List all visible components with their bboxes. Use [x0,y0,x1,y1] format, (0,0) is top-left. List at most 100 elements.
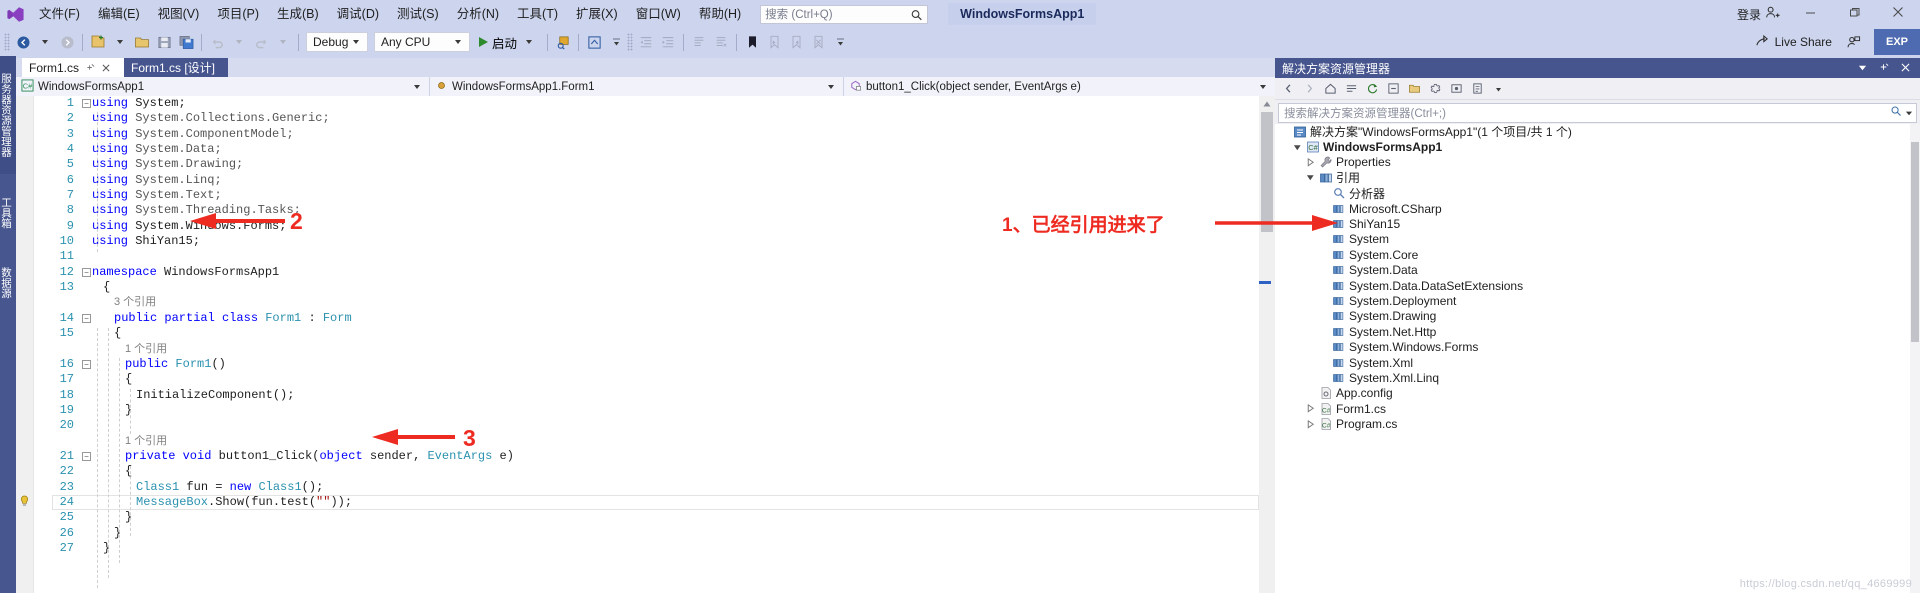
tree-node[interactable]: System.Net.Http [1275,324,1910,339]
redo-dropdown[interactable] [272,30,294,54]
se-toolbar-overflow-icon[interactable] [1488,79,1508,99]
close-button[interactable] [1876,0,1920,28]
minimize-button[interactable] [1788,0,1832,28]
code-line[interactable]: 15 { [34,326,1259,341]
code-line[interactable]: 16− public Form1() [34,357,1259,372]
chevron-down-icon[interactable] [1852,61,1873,75]
chevron-right-icon[interactable] [1304,404,1317,413]
toolbar-grip-2[interactable] [627,33,634,51]
nav-type-combo[interactable]: WindowsFormsApp1.Form1 [430,77,844,96]
code-line[interactable]: 3 个引用 [34,295,1259,310]
tree-node[interactable]: System.Core [1275,247,1910,262]
code-line[interactable]: 17 { [34,372,1259,387]
maximize-button[interactable] [1832,0,1876,28]
code-line[interactable]: 2 using System.Collections.Generic; [34,111,1259,126]
bookmark-icon[interactable] [741,30,763,54]
tab-form1-cs-designer[interactable]: Form1.cs [设计] [124,58,228,77]
code-line[interactable]: 19} [34,403,1259,418]
navigate-back-icon[interactable] [12,30,34,54]
redo-icon[interactable] [250,30,272,54]
chevron-down-icon[interactable] [1905,104,1913,122]
code-line[interactable]: 20 [34,418,1259,433]
solution-explorer-search-input[interactable]: 搜索解决方案资源管理器(Ctrl+;) [1278,103,1917,123]
quick-search-input[interactable]: 搜索 (Ctrl+Q) [760,4,929,24]
collapse-all-icon[interactable] [1383,79,1403,99]
back-icon[interactable] [1278,79,1298,99]
code-line[interactable]: 26} [34,526,1259,541]
code-line[interactable]: 1 个引用 [34,434,1259,449]
tree-node[interactable]: System.Xml [1275,355,1910,370]
menu-file[interactable]: 文件(F) [30,3,89,25]
editor-vertical-scrollbar[interactable] [1259,96,1275,593]
sidebar-item-data-sources[interactable]: 数据源 [0,252,16,314]
code-editor[interactable]: 1− using System; 2 using System.Collections… [16,96,1259,593]
tree-node[interactable]: System.Windows.Forms [1275,339,1910,354]
home-icon[interactable] [1320,79,1340,99]
chevron-right-icon[interactable] [1304,419,1317,429]
save-all-icon[interactable] [175,30,197,54]
new-project-icon[interactable] [87,30,109,54]
menu-tools[interactable]: 工具(T) [508,3,567,25]
menu-analyze[interactable]: 分析(N) [448,3,508,25]
chevron-right-icon[interactable] [1304,157,1317,167]
chevron-down-icon[interactable] [1291,143,1304,152]
sidebar-item-toolbox[interactable]: 工具箱 [0,182,16,244]
menu-edit[interactable]: 编辑(E) [89,3,149,25]
navigate-back-dropdown[interactable] [34,30,56,54]
refresh-icon[interactable] [1362,79,1382,99]
forward-icon[interactable] [1299,79,1319,99]
code-fold-toggle[interactable]: − [82,313,91,323]
tree-node[interactable]: 分析器 [1275,186,1910,201]
code-line[interactable]: 7 using System.Text; [34,188,1259,203]
attach-process-icon[interactable] [552,30,574,54]
start-debug-button[interactable]: 启动 [473,31,543,53]
navigate-forward-icon[interactable] [56,30,78,54]
active-solution-chip[interactable]: WindowsFormsApp1 [948,3,1097,25]
tree-node[interactable]: System.Drawing [1275,309,1910,324]
code-line[interactable]: 23 Class1 fun = new Class1(); [34,480,1259,495]
undo-dropdown[interactable] [228,30,250,54]
tree-node[interactable]: System.Deployment [1275,293,1910,308]
scroll-up-arrow-icon[interactable] [1259,96,1275,112]
chevron-down-icon[interactable] [1304,173,1317,182]
close-icon[interactable] [102,60,110,75]
menu-debug[interactable]: 调试(D) [328,3,388,25]
tree-node[interactable]: System.Data.DataSetExtensions [1275,278,1910,293]
switch-views-icon[interactable] [1341,79,1361,99]
editor-code-area[interactable]: 1− using System; 2 using System.Collections… [20,96,1259,593]
code-line[interactable]: 24 MessageBox.Show(fun.test("")); [20,494,1259,511]
show-all-files-icon[interactable] [1404,79,1424,99]
lightbulb-icon[interactable] [19,495,30,506]
code-line[interactable]: 9 using System.Windows.Forms; [34,219,1259,234]
main-menu[interactable]: 文件(F) 编辑(E) 视图(V) 项目(P) 生成(B) 调试(D) 测试(S… [30,0,750,28]
solution-platform-combo[interactable]: Any CPU [374,32,470,52]
code-line[interactable]: 3 using System.ComponentModel; [34,127,1259,142]
pin-icon[interactable] [1873,61,1895,75]
tree-node[interactable]: System [1275,232,1910,247]
code-line[interactable]: 22 { [34,464,1259,479]
code-line[interactable]: 1 个引用 [34,342,1259,357]
code-line[interactable]: 10 using ShiYan15; [34,234,1259,249]
code-line[interactable]: 14− public partial class Form1 : Form [34,311,1259,326]
code-line[interactable]: 12− namespace WindowsFormsApp1 [34,265,1259,280]
select-frame-dropdown[interactable] [605,30,627,54]
code-line[interactable]: 25} [34,510,1259,525]
new-project-dropdown[interactable] [109,30,131,54]
tree-node[interactable]: 解决方案"WindowsFormsApp1"(1 个项目/共 1 个) [1275,124,1910,139]
solution-explorer-tree[interactable]: 解决方案"WindowsFormsApp1"(1 个项目/共 1 个) C# Win… [1275,124,1910,593]
tab-form1-cs[interactable]: Form1.cs [22,58,124,77]
nav-member-combo[interactable]: button1_Click(object sender, EventArgs e… [844,77,1275,96]
undo-icon[interactable] [206,30,228,54]
toolbar-overflow-icon[interactable] [829,30,851,54]
code-line[interactable]: 6 using System.Linq; [34,173,1259,188]
code-line[interactable]: 13 { [34,280,1259,295]
code-fold-toggle[interactable]: − [82,99,91,108]
sign-in-button[interactable]: 登录 [1729,5,1788,23]
tree-node[interactable]: C# Program.cs [1275,416,1910,431]
code-line[interactable]: 18 InitializeComponent(); [34,388,1259,403]
menu-help[interactable]: 帮助(H) [690,3,750,25]
open-file-icon[interactable] [131,30,153,54]
solution-explorer-scrollbar[interactable] [1910,124,1920,593]
send-feedback-icon[interactable] [1840,30,1868,54]
tree-node[interactable]: 引用 [1275,170,1910,185]
